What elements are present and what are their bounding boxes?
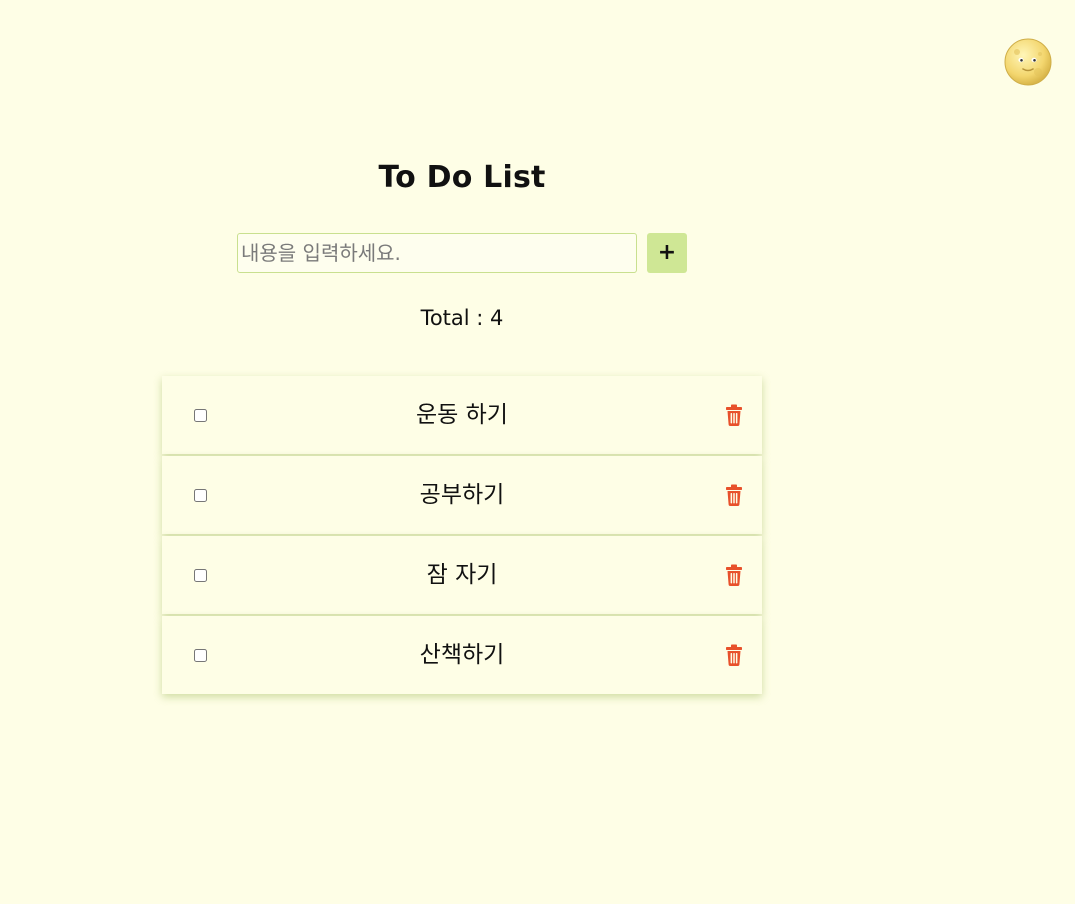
trash-icon[interactable] — [722, 483, 746, 507]
trash-icon[interactable] — [722, 643, 746, 667]
moon-face-icon[interactable] — [1004, 38, 1052, 86]
todo-input[interactable] — [237, 233, 637, 273]
page-title: To Do List — [378, 160, 546, 195]
todo-list: 운동 하기 공부하기 잠 자기 산책하기 — [162, 376, 762, 696]
todo-text: 산책하기 — [419, 642, 505, 668]
todo-checkbox[interactable] — [194, 409, 207, 422]
todo-text: 잠 자기 — [426, 562, 498, 588]
trash-icon[interactable] — [722, 563, 746, 587]
todo-checkbox[interactable] — [194, 569, 207, 582]
todo-item: 운동 하기 — [162, 376, 762, 454]
page: To Do List + Total : 4 운동 하기 — [0, 0, 1075, 904]
add-button[interactable]: + — [647, 233, 687, 273]
todo-item: 산책하기 — [162, 616, 762, 694]
todo-checkbox[interactable] — [194, 649, 207, 662]
todo-item: 잠 자기 — [162, 536, 762, 614]
trash-icon[interactable] — [722, 403, 746, 427]
todo-item: 공부하기 — [162, 456, 762, 534]
todo-text: 공부하기 — [419, 482, 505, 508]
todo-checkbox[interactable] — [194, 489, 207, 502]
todo-text: 운동 하기 — [416, 402, 508, 428]
total-count: Total : 4 — [420, 306, 504, 330]
add-todo-form: + — [237, 233, 687, 273]
